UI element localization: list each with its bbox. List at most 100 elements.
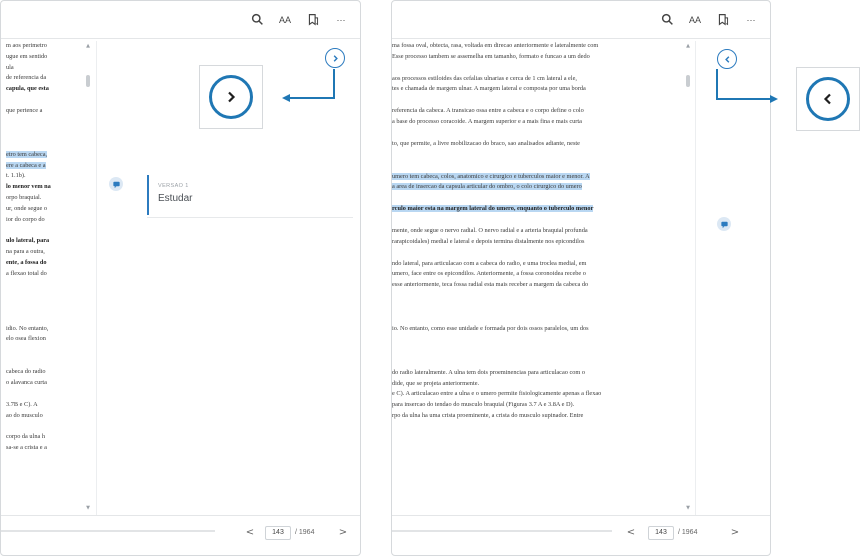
more-menu-button[interactable]: ··· (332, 11, 350, 29)
text-line: ior do corpo do (6, 215, 45, 223)
text-line: a flexao total do (6, 269, 47, 277)
text-line: rpo da ulna ha uma crista proeminente, a… (392, 411, 584, 419)
search-icon[interactable] (248, 11, 266, 29)
text-line: ente, a fossa do (6, 258, 47, 266)
text-line: etro tem cabeca, (6, 150, 48, 158)
text-line: a base do processo coracoide. A margem s… (392, 117, 582, 125)
annotation-card[interactable]: VERSAO 1 Estudar (147, 175, 353, 215)
book-page-text: ma fossa oval, obtecta, rasa, voltada em… (392, 41, 674, 515)
text-line: do radio lateralmente. A ulna tem dois p… (392, 368, 586, 376)
text-line: ur, onde segue o (6, 204, 48, 212)
chevron-left-icon (823, 93, 831, 105)
text-line: mente, onde segue o nervo radial. O nerv… (392, 226, 588, 234)
reader-panel-sidebar-open: AA ··· m aos perimetro ugue em sentido ula… (0, 0, 361, 556)
scroll-down-icon[interactable]: ▼ (85, 505, 91, 511)
comparison-screenshot: AA ··· m aos perimetro ugue em sentido ula… (0, 0, 866, 558)
scrollbar-thumb[interactable] (686, 75, 690, 87)
font-size-button[interactable]: AA (686, 11, 704, 29)
text-line: t. 1.1b). (6, 172, 26, 180)
horizontal-scrollbar[interactable] (1, 530, 215, 532)
bookmark-icon[interactable] (714, 11, 732, 29)
scroll-down-icon[interactable]: ▼ (685, 505, 691, 511)
text-line: referencia da cabeca. A transicao ossa e… (392, 107, 584, 115)
text-line: aos processos estiloides das cefalias ul… (392, 74, 577, 82)
annotation-marker-icon[interactable] (109, 177, 123, 191)
zoomed-expand-button (199, 65, 263, 129)
text-line: esse anteriormente, teca fossa radial es… (392, 281, 589, 289)
font-size-button[interactable]: AA (276, 11, 294, 29)
text-line: ere a cabeca e a (6, 161, 46, 169)
more-menu-button[interactable]: ··· (742, 11, 760, 29)
annotation-separator (147, 217, 353, 218)
chevron-right-icon (228, 91, 236, 103)
horizontal-scrollbar[interactable] (392, 530, 612, 532)
text-line: para insercao do tendao do musculo braqu… (392, 401, 575, 409)
text-line: tes e chamada de margem ulnar. A margem … (392, 85, 586, 93)
text-line: cabeca do radio (6, 368, 46, 376)
vertical-scrollbar[interactable]: ▲ ▼ (85, 43, 91, 511)
text-line: 3.7B e C). A (6, 400, 38, 408)
page-number-input[interactable]: 143 (648, 526, 674, 540)
reader-panel-sidebar-closed: AA ··· ma fossa oval, obtecta, rasa, vol… (391, 0, 771, 556)
text-line: orpo braquial. (6, 193, 42, 201)
text-line: idio. No entanto, (6, 324, 49, 332)
text-line: rarapicoidales) medial e lateral e depoi… (392, 237, 585, 245)
annotation-text: Estudar (158, 193, 193, 204)
text-line: e C). A articulacao entre a ulna e o ume… (392, 390, 602, 398)
previous-page-button[interactable]: < (624, 526, 638, 540)
vertical-scrollbar[interactable]: ▲ ▼ (685, 43, 691, 511)
scroll-up-icon[interactable]: ▲ (685, 43, 691, 49)
page-navigation-bar: < 143 / 1964 > (392, 515, 770, 555)
previous-page-button[interactable]: < (243, 526, 257, 540)
text-line: ndo lateral, para articulacao com a cabe… (392, 259, 587, 267)
text-line: de referencia da (6, 74, 47, 82)
reader-toolbar: AA ··· (392, 1, 770, 39)
text-line: na para a outra, (6, 248, 45, 256)
annotation-caption: VERSAO 1 (158, 183, 189, 189)
reader-toolbar: AA ··· (1, 1, 360, 39)
page-total: / 1964 (295, 529, 315, 536)
next-page-button[interactable]: > (728, 526, 742, 540)
expand-sidebar-button[interactable] (717, 49, 737, 69)
text-line: a area de insercao da capsula articular … (392, 183, 582, 191)
text-line: ao do musculo (6, 411, 43, 419)
next-page-button[interactable]: > (336, 526, 350, 540)
text-line: ugue em sentido (6, 52, 48, 60)
chevron-right-icon (333, 54, 338, 62)
page-total: / 1964 (678, 529, 698, 536)
pane-divider (96, 41, 97, 515)
bookmark-icon[interactable] (304, 11, 322, 29)
text-line: lo menor vem na (6, 183, 51, 191)
text-line: rculo maior esta na margem lateral do um… (392, 205, 594, 213)
scroll-up-icon[interactable]: ▲ (85, 43, 91, 49)
search-icon[interactable] (658, 11, 676, 29)
text-line: elo osea flexion (6, 335, 46, 343)
text-line: capula, que esta (6, 85, 49, 93)
text-line: que pertence a (6, 106, 43, 114)
text-line: Esse processo tambem se assemelha em tam… (392, 52, 590, 60)
collapse-sidebar-button[interactable] (325, 48, 345, 68)
text-line: ula (6, 63, 14, 71)
chevron-left-icon (724, 55, 729, 63)
page-number-input[interactable]: 143 (265, 526, 291, 540)
scrollbar-thumb[interactable] (86, 75, 90, 87)
annotation-marker-icon[interactable] (717, 217, 731, 231)
